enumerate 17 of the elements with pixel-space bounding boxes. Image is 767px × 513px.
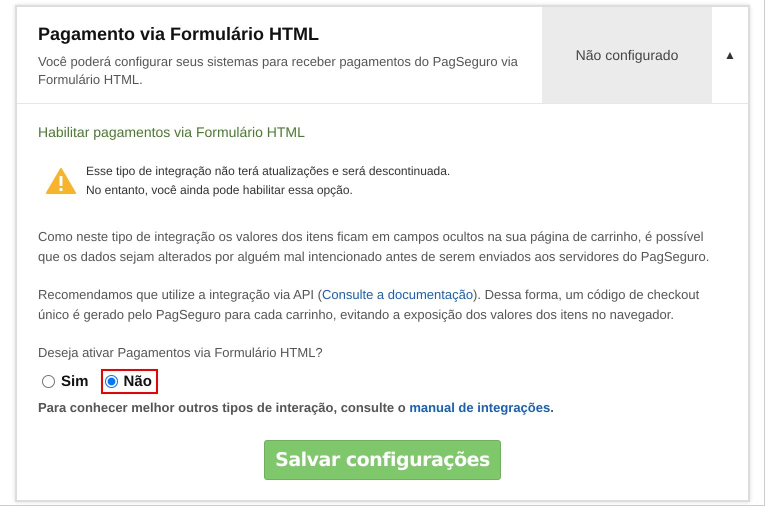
section-title: Habilitar pagamentos via Formulário HTML — [38, 124, 306, 140]
radio-button[interactable] — [42, 375, 55, 388]
panel-description: Você poderá configurar seus sistemas para receber pagamentos do PagSeguro via Formulário HTML. — [38, 53, 519, 89]
paragraph: Para conhecer melhor outros tipos de interação, consulte o manual de integrações. — [38, 400, 555, 415]
option-label: Sim — [61, 373, 89, 390]
status-label: Não configurado — [542, 7, 712, 103]
question-label: Deseja ativar Pagamentos via Formulário HTML? — [38, 344, 324, 362]
option-label: Não — [124, 373, 152, 390]
collapse-toggle[interactable]: ▲ — [712, 7, 748, 103]
warning-message: Esse tipo de integração não terá atualizações e será descontinuada. No entanto, você ainda pode habilitar essa opção. — [86, 163, 450, 199]
link[interactable]: Consulte a documentação — [322, 287, 474, 302]
panel-title: Pagamento via Formulário HTML — [38, 24, 320, 45]
paragraph: Como neste tipo de integração os valores dos itens ficam em campos ocultos na sua página de carrinho, é possível que os dados sejam alterados por alguém mal intencionado antes de serem enviados aos servidores do PagSeguro. — [38, 228, 710, 266]
warning-icon — [46, 168, 76, 194]
link[interactable]: manual de integrações — [409, 400, 550, 415]
radio-button[interactable] — [104, 375, 118, 388]
paragraph: Recomendamos que utilize a integração via API (Consulte a documentação). Dessa forma, um código de checkout único é gerado pelo PagSeguro para cada carrinho, evitando a exposição dos valores dos itens no navegador. — [38, 286, 700, 324]
